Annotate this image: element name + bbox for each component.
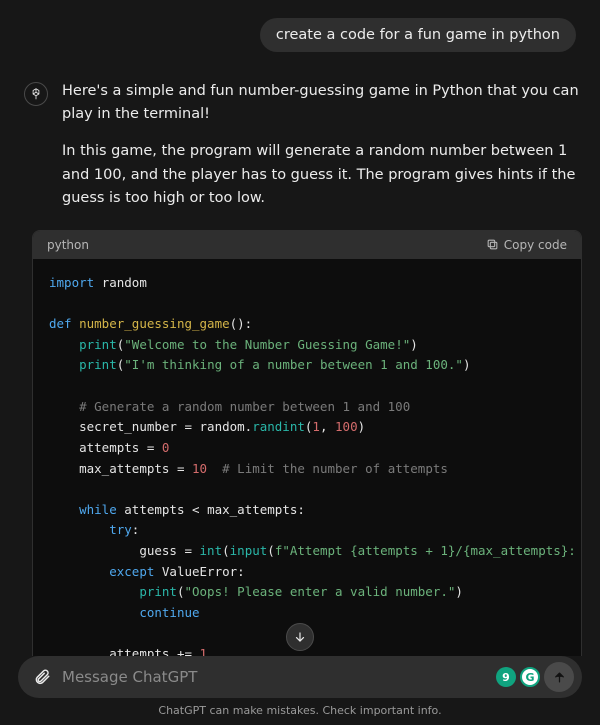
attach-button[interactable] [30,665,54,689]
assistant-avatar [24,82,48,106]
composer-wrap: 9 G ChatGPT can make mistakes. Check imp… [0,656,600,725]
openai-icon [29,87,43,101]
copy-icon [486,238,499,251]
assistant-text-1: Here's a simple and fun number-guessing … [62,80,582,126]
paperclip-icon [33,668,51,686]
assistant-message-row: Here's a simple and fun number-guessing … [0,74,600,230]
assistant-text-2: In this game, the program will generate … [62,140,582,210]
copy-code-label: Copy code [504,238,567,252]
code-lang-label: python [47,238,89,252]
message-input[interactable] [62,668,488,686]
arrow-up-icon [552,670,567,685]
composer-right-icons: 9 G [496,662,574,692]
plugin-badge-1[interactable]: 9 [496,667,516,687]
assistant-body: Here's a simple and fun number-guessing … [62,80,582,224]
arrow-down-icon [293,630,307,644]
composer: 9 G [18,656,582,698]
copy-code-button[interactable]: Copy code [486,238,567,252]
code-header: python Copy code [33,231,581,259]
code-body[interactable]: import random def number_guessing_game()… [33,259,581,656]
send-button[interactable] [544,662,574,692]
plugin-badge-2[interactable]: G [520,667,540,687]
user-message-row: create a code for a fun game in python [0,12,600,58]
user-message-bubble: create a code for a fun game in python [260,18,576,52]
disclaimer: ChatGPT can make mistakes. Check importa… [18,698,582,723]
code-block: python Copy code import random def numbe… [32,230,582,656]
messages: create a code for a fun game in python H… [0,0,600,656]
scroll-down-button[interactable] [286,623,314,651]
